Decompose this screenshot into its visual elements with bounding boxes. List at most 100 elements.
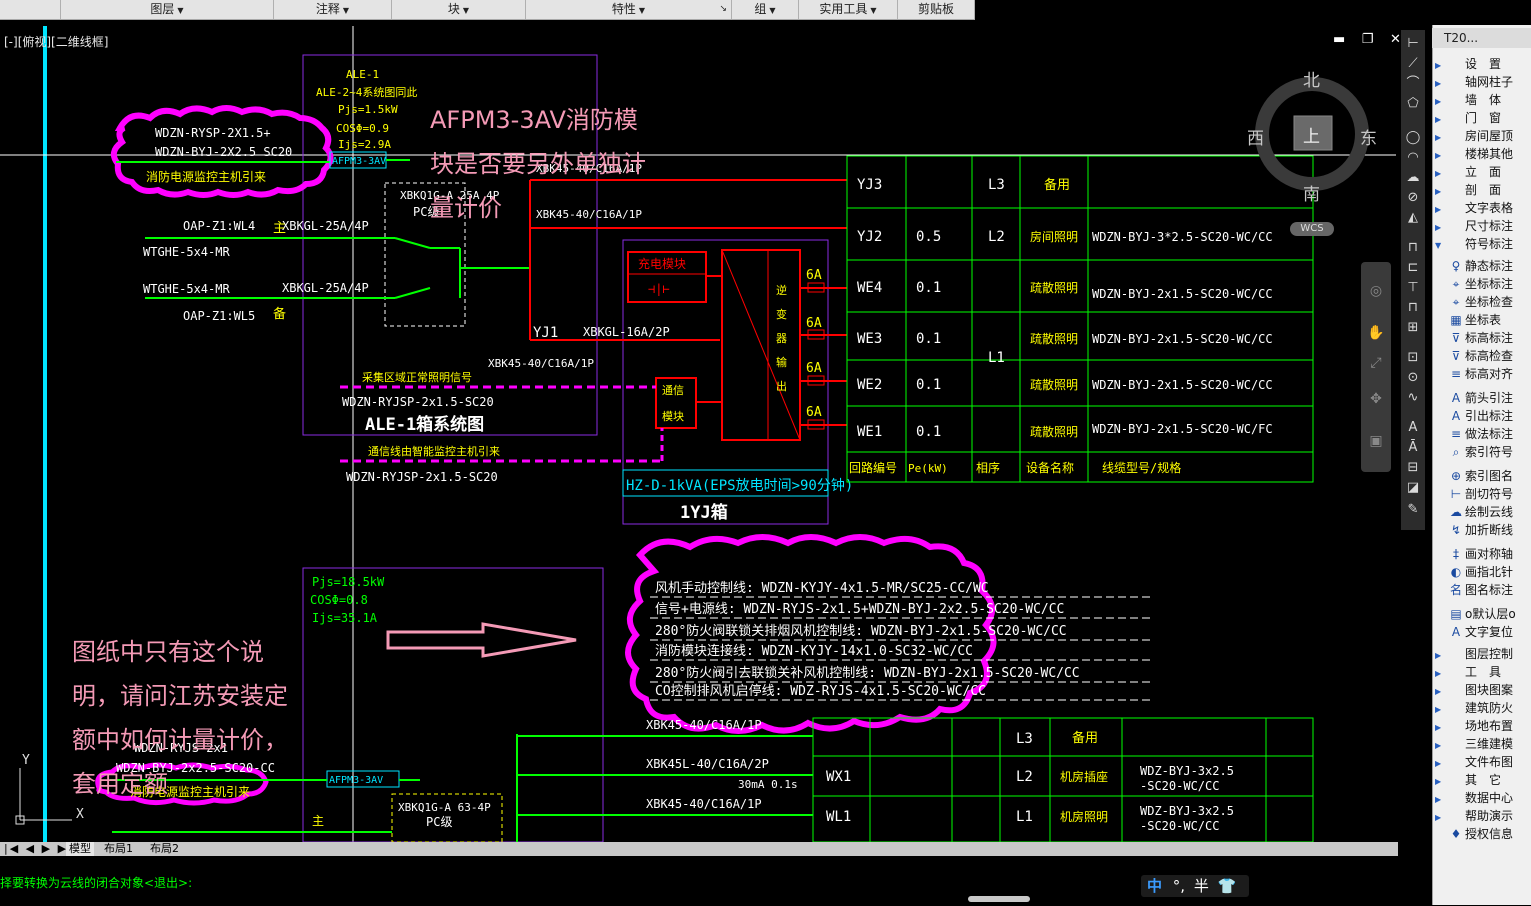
pan-icon[interactable]: ✋ [1367, 324, 1385, 342]
palette-item[interactable]: A 文字复位 [1435, 623, 1529, 641]
point-icon[interactable]: ⊙ [1404, 370, 1422, 386]
palette-item[interactable]: ⊽ 标高检查 [1435, 347, 1529, 365]
dim-linear-icon[interactable]: ⊓ [1404, 240, 1422, 256]
palette-item[interactable]: ▶ 设 置 [1435, 55, 1529, 73]
gradient-icon[interactable]: ◪ [1404, 480, 1422, 496]
dim-continue-icon[interactable]: ⊓ [1404, 300, 1422, 316]
ribbon-tab-block[interactable]: 块 ▼ [392, 0, 526, 19]
palette-item[interactable]: ▶ 图层控制 [1435, 645, 1529, 663]
palette-item[interactable]: ▶ 尺寸标注 [1435, 217, 1529, 235]
text-icon[interactable]: A [1404, 420, 1422, 436]
line-tool-icon[interactable]: ⊢ [1404, 36, 1422, 52]
viewport-controls-label[interactable]: [-][俯视][二维线框] [4, 33, 108, 50]
palette-item[interactable]: ⊢ 剖切符号 [1435, 485, 1529, 503]
palette-item[interactable]: ≡ 做法标注 [1435, 425, 1529, 443]
polyline-icon[interactable]: ⌒ [1404, 76, 1422, 92]
palette-item[interactable]: ▶ 工 具 [1435, 663, 1529, 681]
palette-item[interactable]: ▤ o默认层o [1435, 605, 1529, 623]
palette-item[interactable]: ♦ 授权信息 [1435, 825, 1529, 843]
tab-layout1[interactable]: 布局1 [104, 842, 133, 856]
palette-item[interactable]: ▶ 轴网柱子 [1435, 73, 1529, 91]
dialog-launcher-icon[interactable]: ↘ [719, 0, 727, 19]
palette-item[interactable]: ▶ 三维建模 [1435, 735, 1529, 753]
ribbon-tab-annotate[interactable]: 注释 ▼ [274, 0, 392, 19]
orbit-icon[interactable]: ✥ [1367, 390, 1385, 408]
ribbon-tab-layers[interactable]: 图层 ▼ [61, 0, 274, 19]
block-insert-icon[interactable]: ⊡ [1404, 350, 1422, 366]
palette-item[interactable]: ▶ 墙 体 [1435, 91, 1529, 109]
compass-south[interactable]: 南 [1303, 180, 1320, 205]
palette-item[interactable]: ≡ 标高对齐 [1435, 365, 1529, 383]
ime-toolbar[interactable]: 中 °, 半 👕 [1141, 875, 1249, 897]
compass-west[interactable]: 西 [1247, 124, 1264, 149]
arc-tool-icon[interactable]: ◠ [1404, 150, 1422, 166]
palette-item[interactable]: 名图名标注 [1435, 581, 1529, 599]
palette-item[interactable]: ‡ 画对称轴 [1435, 545, 1529, 563]
ime-skin-icon[interactable]: 👕 [1218, 877, 1237, 895]
palette-item[interactable]: ▼ 符号标注 [1435, 235, 1529, 253]
palette-item[interactable]: ⊽ 标高标注 [1435, 329, 1529, 347]
palette-item[interactable]: ▶ 帮助演示 [1435, 807, 1529, 825]
ime-width[interactable]: 半 [1194, 877, 1209, 895]
command-prompt[interactable]: 择要转换为云线的闭合对象<退出>: [0, 874, 192, 891]
palette-item[interactable]: ♀ 静态标注 [1435, 257, 1529, 275]
wcs-menu[interactable]: WCS [1290, 222, 1334, 236]
spline-icon[interactable]: ∿ [1404, 390, 1422, 406]
palette-item[interactable]: ⌕ 索引符号 [1435, 443, 1529, 461]
polygon-icon[interactable]: ⬠ [1404, 96, 1422, 112]
ime-punct[interactable]: °, [1173, 877, 1185, 895]
hatch-icon[interactable]: ◭ [1404, 210, 1422, 226]
palette-item[interactable]: ☁ 绘制云线 [1435, 503, 1529, 521]
palette-item[interactable]: ▶ 文件布图 [1435, 753, 1529, 771]
palette-item[interactable]: A 引出标注 [1435, 407, 1529, 425]
compass-east[interactable]: 东 [1360, 124, 1377, 149]
ime-lang[interactable]: 中 [1147, 877, 1162, 895]
inverter-diag [721, 249, 801, 441]
ellipse-icon[interactable]: ⊘ [1404, 190, 1422, 206]
palette-item[interactable]: ▶ 数据中心 [1435, 789, 1529, 807]
palette-item[interactable]: ⊕ 索引图名 [1435, 467, 1529, 485]
palette-item[interactable]: ▶ 场地布置 [1435, 717, 1529, 735]
dim-aligned-icon[interactable]: ⊏ [1404, 260, 1422, 276]
palette-item[interactable]: A 箭头引注 [1435, 389, 1529, 407]
palette-item[interactable]: ▶ 门 窗 [1435, 109, 1529, 127]
palette-item[interactable]: ▶ 房间屋顶 [1435, 127, 1529, 145]
zoom-extents-icon[interactable]: ⤢ [1367, 354, 1385, 372]
palette-item[interactable]: ▶ 其 它 [1435, 771, 1529, 789]
dim-baseline-icon[interactable]: ⊤ [1404, 280, 1422, 296]
palette-item[interactable]: ◐ 画指北针 [1435, 563, 1529, 581]
ribbon-tab-properties[interactable]: 特性 ▼ ↘ [526, 0, 732, 19]
palette-item[interactable]: ▶ 剖 面 [1435, 181, 1529, 199]
ucs-y-label: Y [22, 753, 30, 768]
tab-nav-arrows[interactable]: |◀ ◀ ▶ ▶| [4, 842, 74, 856]
table-tool-icon[interactable]: ⊟ [1404, 460, 1422, 476]
palette-item-label: 授权信息 [1465, 827, 1514, 841]
viewport-window-controls[interactable]: ▬ ❐ ✕ [1333, 32, 1407, 47]
palette-item[interactable]: ▦ 坐标表 [1435, 311, 1529, 329]
ribbon-tab-clipboard[interactable]: 剪贴板 [898, 0, 975, 19]
steering-wheel-icon[interactable]: ◎ [1367, 282, 1385, 300]
palette-item[interactable]: ↯ 加折断线 [1435, 521, 1529, 539]
dim-ordinate-icon[interactable]: ⊞ [1404, 320, 1422, 336]
construction-line-icon[interactable]: ⟋ [1404, 56, 1422, 72]
palette-item[interactable]: ▶ 楼梯其他 [1435, 145, 1529, 163]
palette-item[interactable]: ▶ 立 面 [1435, 163, 1529, 181]
scroll-indicator[interactable] [968, 896, 1030, 902]
showmotion-icon[interactable]: ▣ [1367, 432, 1385, 450]
ribbon-tab-group[interactable]: 组 ▼ [732, 0, 799, 19]
palette-item[interactable]: ⌖ 坐标检查 [1435, 293, 1529, 311]
circle-tool-icon[interactable]: ◯ [1404, 130, 1422, 146]
row-phase: L2 [988, 229, 1005, 245]
palette-item[interactable]: ▶ 图块图案 [1435, 681, 1529, 699]
compass-north[interactable]: 北 [1303, 66, 1320, 91]
palette-item[interactable]: ▶ 文字表格 [1435, 199, 1529, 217]
edit-icon[interactable]: ✎ [1404, 502, 1422, 518]
ribbon-tab-utilities[interactable]: 实用工具 ▼ [799, 0, 898, 19]
tab-layout2[interactable]: 布局2 [150, 842, 179, 856]
tab-model[interactable]: 模型 [66, 842, 94, 856]
palette-item[interactable]: ▶ 建筑防火 [1435, 699, 1529, 717]
palette-item[interactable]: ⌖ 坐标标注 [1435, 275, 1529, 293]
revcloud-icon[interactable]: ☁ [1404, 170, 1422, 186]
mtext-icon[interactable]: Ā [1404, 440, 1422, 456]
viewcube-top-face[interactable]: 上 [1303, 122, 1320, 147]
